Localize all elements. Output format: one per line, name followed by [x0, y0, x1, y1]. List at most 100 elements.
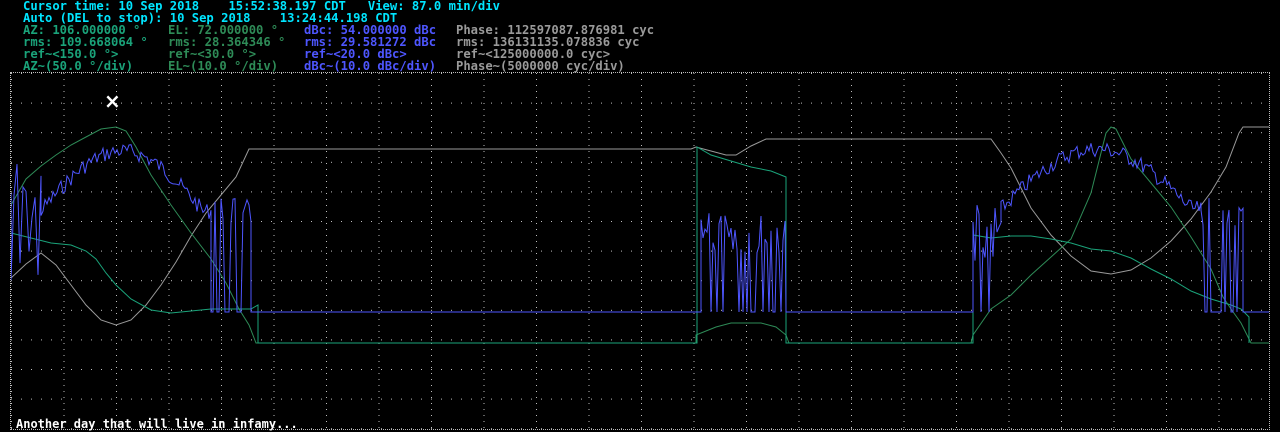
grid-dot [601, 250, 602, 252]
grid-dot [861, 161, 862, 163]
grid-dot [461, 369, 462, 370]
grid-dot [1008, 367, 1010, 368]
grid-dot [311, 339, 312, 341]
grid-dot [1231, 280, 1232, 282]
grid-dot [91, 280, 92, 282]
grid-dot [721, 339, 722, 341]
grid-dot [1166, 331, 1167, 332]
grid-dot [63, 319, 65, 320]
grid-dot [851, 289, 852, 290]
grid-dot [321, 191, 322, 193]
grid-dot [381, 161, 382, 163]
grid-dot [361, 309, 362, 311]
grid-dot [1221, 73, 1222, 74]
grid-dot [871, 369, 872, 370]
grid-dot [798, 313, 800, 314]
grid-dot [1218, 241, 1220, 242]
grid-dot [701, 191, 702, 193]
grid-dot [241, 221, 242, 222]
grid-dot [231, 73, 232, 74]
grid-dot [431, 337, 432, 338]
grid-dot [131, 132, 132, 134]
grid-dot [798, 127, 800, 128]
grid-dot [1041, 191, 1042, 193]
grid-dot [811, 398, 812, 400]
grid-dot [1171, 398, 1172, 400]
grid-dot [731, 191, 732, 193]
grid-dot [471, 221, 472, 222]
grid-dot [951, 309, 952, 311]
grid-dot [273, 403, 275, 404]
grid-dot [471, 339, 472, 341]
grid-dot [51, 369, 52, 370]
grid-dot [301, 369, 302, 370]
grid-dot [1021, 161, 1022, 163]
grid-dot [291, 73, 292, 74]
grid-dot [693, 139, 695, 140]
grid-dot [511, 191, 512, 193]
cursor-marker[interactable]: × [104, 91, 122, 111]
grid-dot [63, 367, 65, 368]
grid-dot [601, 161, 602, 163]
grid-dot [1011, 339, 1012, 341]
grid-dot [851, 349, 852, 350]
grid-dot [741, 161, 742, 163]
grid-dot [671, 132, 672, 134]
grid-dot [161, 369, 162, 370]
grid-dot [851, 241, 852, 242]
grid-dot [1191, 280, 1192, 282]
grid-dot [1166, 289, 1167, 290]
grid-dot [801, 191, 802, 193]
plot-area[interactable] [10, 72, 1270, 430]
grid-dot [63, 409, 65, 410]
grid-dot [483, 361, 485, 362]
grid-dot [221, 280, 222, 282]
grid-dot [1051, 102, 1052, 104]
grid-dot [221, 325, 222, 326]
grid-dot [536, 205, 537, 206]
grid-dot [851, 307, 852, 308]
grid-dot [746, 97, 747, 98]
grid-dot [903, 241, 905, 242]
grid-dot [381, 398, 382, 400]
grid-dot [168, 325, 170, 326]
grid-dot [71, 221, 72, 222]
grid-dot [391, 73, 392, 74]
grid-dot [531, 73, 532, 74]
grid-dot [168, 343, 170, 344]
grid-dot [273, 301, 275, 302]
grid-dot [1071, 309, 1072, 311]
grid-dot [301, 309, 302, 311]
grid-dot [1218, 355, 1220, 356]
grid-dot [1061, 259, 1062, 260]
grid-dot [798, 271, 800, 272]
grid-dot [411, 250, 412, 252]
grid-dot [1261, 398, 1262, 400]
grid-dot [693, 379, 695, 380]
grid-dot [588, 361, 590, 362]
grid-dot [221, 175, 222, 176]
grid-dot [471, 191, 472, 193]
grid-dot [441, 73, 442, 74]
grid-dot [326, 91, 327, 92]
grid-dot [201, 339, 202, 341]
grid-dot [273, 205, 275, 206]
grid-dot [1008, 73, 1010, 74]
grid-dot [921, 221, 922, 222]
grid-dot [588, 193, 590, 194]
grid-dot [541, 250, 542, 252]
grid-dot [1241, 73, 1242, 74]
grid-dot [903, 163, 905, 164]
grid-dot [961, 398, 962, 400]
grid-dot [1061, 235, 1062, 236]
grid-dot [421, 398, 422, 400]
grid-dot [971, 132, 972, 134]
grid-dot [11, 391, 12, 392]
grid-dot [483, 277, 485, 278]
grid-dot [1008, 283, 1010, 284]
grid-dot [693, 325, 695, 326]
grid-dot [411, 428, 412, 429]
grid-dot [311, 250, 312, 252]
grid-dot [111, 339, 112, 341]
grid-dot [588, 97, 590, 98]
